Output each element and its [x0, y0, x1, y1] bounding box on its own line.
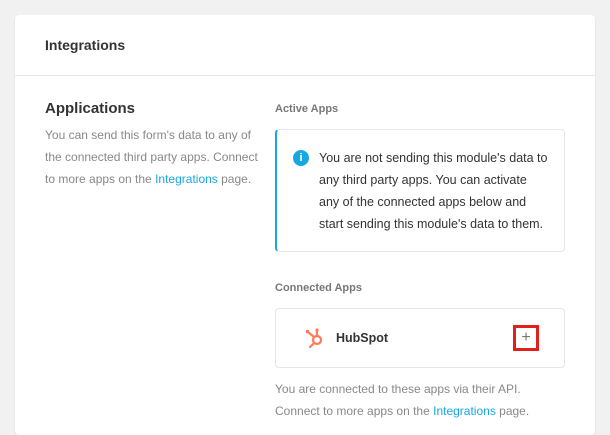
integrations-card: Integrations Applications You can send t…	[15, 15, 595, 435]
active-apps-notice: i You are not sending this module's data…	[275, 129, 565, 252]
applications-title: Applications	[45, 100, 136, 117]
apps-panel: Active Apps i You are not sending this m…	[275, 103, 565, 422]
notice-text: You are not sending this module's data t…	[319, 151, 548, 231]
active-apps-label: Active Apps	[275, 103, 339, 115]
integrations-link-2[interactable]: Integrations	[433, 404, 496, 418]
connected-apps-label: Connected Apps	[275, 282, 362, 294]
applications-description: You can send this form's data to any of …	[45, 124, 260, 190]
applications-section: Applications You can send this form's da…	[45, 100, 260, 190]
applications-desc-suffix: page.	[217, 172, 252, 186]
connected-apps-description: You are connected to these apps via thei…	[275, 378, 565, 422]
integrations-link[interactable]: Integrations	[155, 172, 218, 186]
page-title: Integrations	[45, 37, 126, 53]
info-icon: i	[293, 150, 309, 166]
app-name: HubSpot	[336, 331, 389, 345]
connected-app-row: HubSpot +	[275, 308, 565, 368]
connected-desc-suffix: page.	[495, 404, 530, 418]
hubspot-logo-icon	[305, 328, 323, 349]
card-header: Integrations	[15, 15, 595, 76]
add-app-button[interactable]: +	[513, 325, 539, 351]
